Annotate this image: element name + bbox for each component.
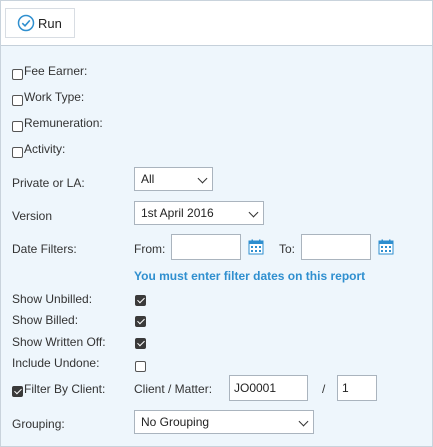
show-billed-checkbox[interactable]	[135, 316, 146, 327]
work-type-checkbox[interactable]	[12, 95, 23, 106]
matter-input[interactable]: 1	[337, 375, 377, 401]
date-filter-warning: You must enter filter dates on this repo…	[134, 269, 366, 283]
fee-earner-label: Fee Earner:	[24, 64, 88, 78]
client-matter-separator: /	[322, 382, 326, 396]
remuneration-label: Remuneration:	[24, 116, 103, 130]
client-input[interactable]: JO0001	[229, 375, 308, 401]
private-or-la-value: All	[141, 172, 155, 186]
remuneration-checkbox[interactable]	[12, 121, 23, 132]
activity-checkbox[interactable]	[12, 147, 23, 158]
to-calendar-icon[interactable]	[378, 239, 394, 255]
run-button[interactable]: Run	[5, 8, 75, 38]
version-select[interactable]: 1st April 2016	[134, 201, 264, 225]
include-undone-checkbox[interactable]	[135, 361, 146, 372]
show-written-off-checkbox[interactable]	[135, 338, 146, 349]
client-matter-label: Client / Matter:	[134, 382, 213, 396]
from-calendar-icon[interactable]	[248, 239, 264, 255]
from-date-input[interactable]	[171, 234, 241, 260]
private-or-la-label: Private or LA:	[12, 176, 85, 190]
version-label: Version	[12, 209, 53, 223]
activity-label: Activity:	[24, 142, 66, 156]
grouping-value: No Grouping	[141, 415, 210, 429]
report-window: Run Fee Earner: Work Type: Remuneration:…	[0, 0, 433, 447]
work-type-label: Work Type:	[24, 90, 85, 104]
date-filters-label: Date Filters:	[12, 242, 77, 256]
toolbar: Run	[1, 1, 432, 46]
show-billed-label: Show Billed:	[12, 313, 79, 327]
chevron-down-icon	[298, 416, 309, 427]
show-unbilled-label: Show Unbilled:	[12, 292, 93, 306]
filter-by-client-label: Filter By Client:	[24, 382, 106, 396]
from-label: From:	[134, 242, 166, 256]
chevron-down-icon	[248, 207, 259, 218]
to-label: To:	[279, 242, 296, 256]
private-or-la-select[interactable]: All	[134, 167, 213, 191]
fee-earner-checkbox[interactable]	[12, 69, 23, 80]
filter-by-client-checkbox[interactable]	[12, 386, 23, 397]
grouping-label: Grouping:	[12, 417, 65, 431]
show-unbilled-checkbox[interactable]	[135, 295, 146, 306]
include-undone-label: Include Undone:	[12, 356, 100, 370]
check-circle-icon	[17, 14, 35, 32]
chevron-down-icon	[197, 173, 208, 184]
filter-panel: Fee Earner: Work Type: Remuneration: Act…	[1, 46, 432, 446]
to-date-input[interactable]	[301, 234, 371, 260]
show-written-off-label: Show Written Off:	[12, 335, 106, 349]
run-label: Run	[38, 15, 62, 31]
grouping-select[interactable]: No Grouping	[134, 410, 314, 434]
version-value: 1st April 2016	[141, 206, 214, 220]
